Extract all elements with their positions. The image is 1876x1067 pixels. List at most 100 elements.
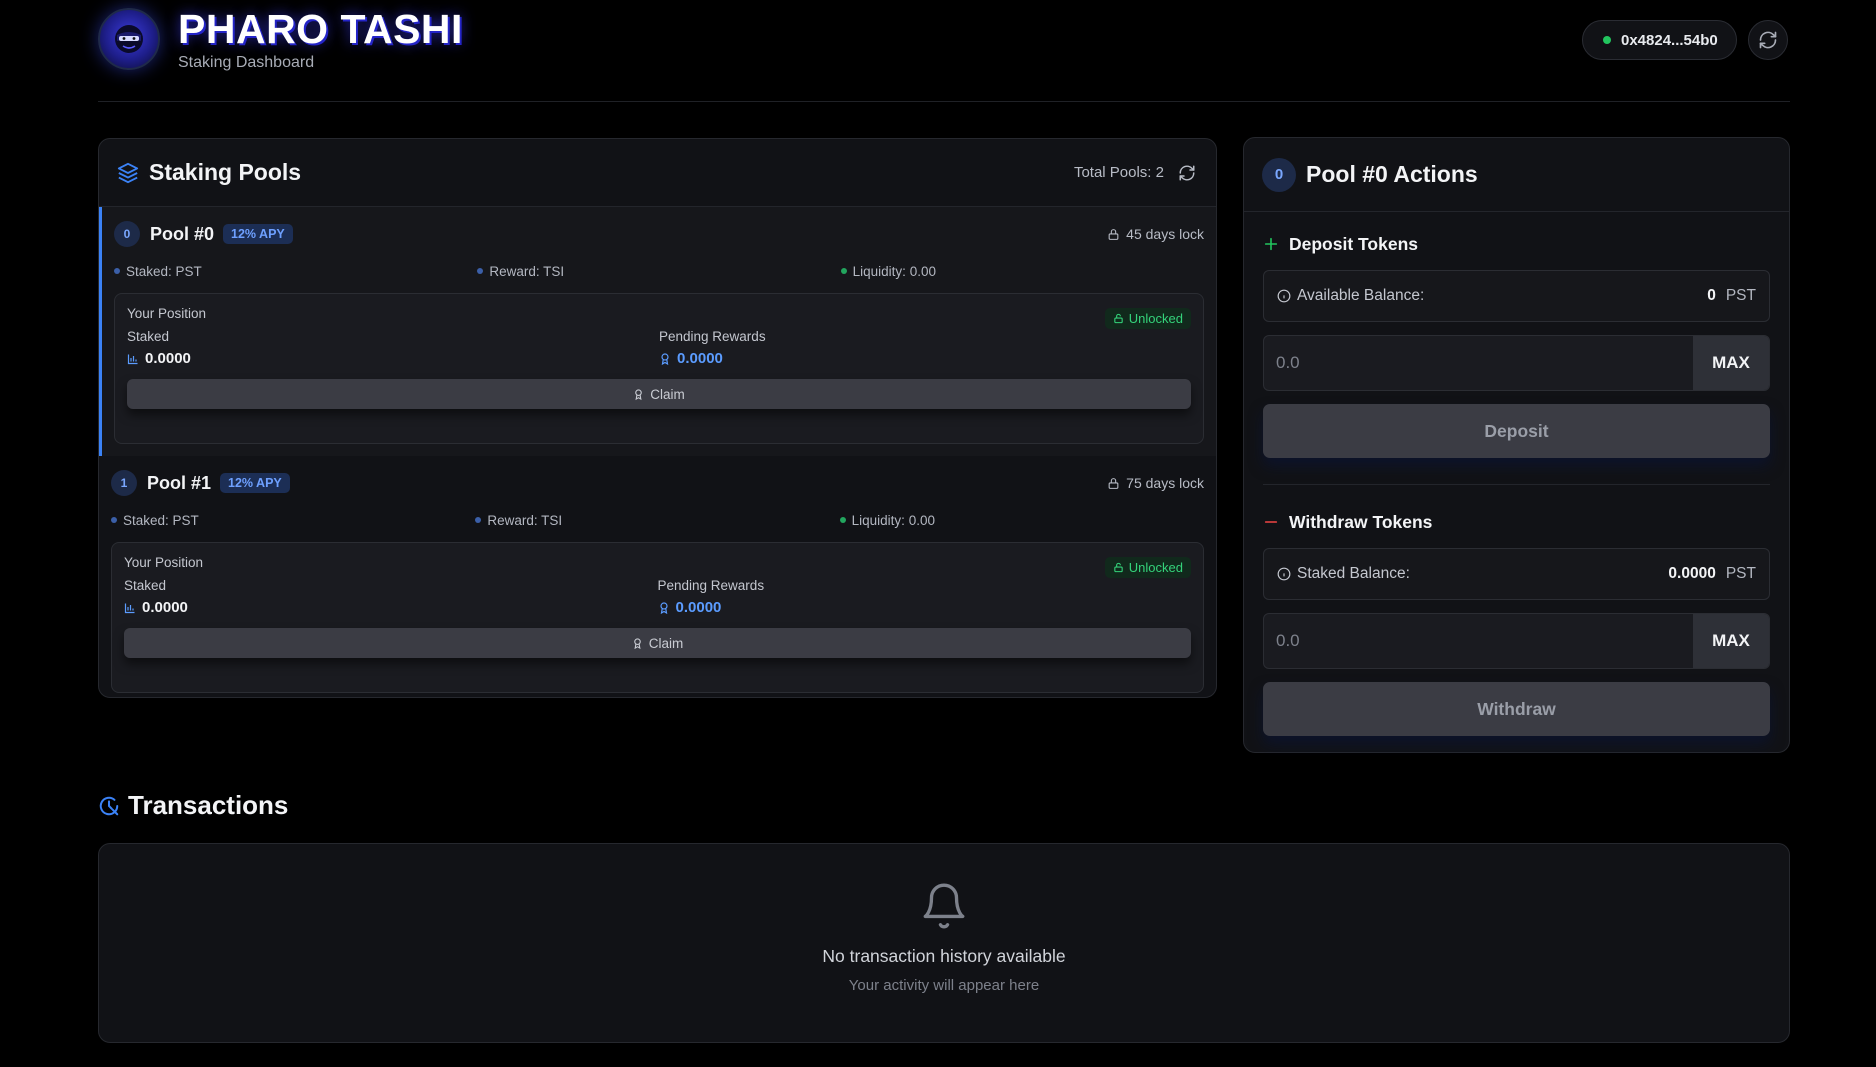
lock-duration: 45 days lock [1107, 226, 1204, 242]
lock-icon [1108, 228, 1119, 240]
claim-button[interactable]: Claim [127, 379, 1191, 409]
claim-button[interactable]: Claim [124, 628, 1191, 658]
info-icon [1277, 567, 1291, 581]
chart-icon [124, 603, 135, 613]
reward-token: Reward: TSI [489, 263, 565, 279]
staked-balance-label: Staked Balance: [1297, 565, 1410, 582]
status-text: Unlocked [1128, 560, 1183, 575]
withdraw-amount-input[interactable] [1264, 614, 1693, 668]
your-position-box: Your Position Unlocked Staked 0.0000 Pen… [114, 293, 1204, 444]
brand-subtitle: Staking Dashboard [178, 54, 315, 71]
deposit-title: Deposit Tokens [1289, 233, 1419, 254]
staked-balance-box: Staked Balance: 0.0000 PST [1263, 548, 1770, 600]
staked-balance-value: 0.0000 [1668, 565, 1716, 582]
logo [98, 8, 160, 70]
transactions-heading: Transactions [98, 790, 288, 821]
staked-token: Staked: PST [126, 263, 202, 279]
deposit-max-button[interactable]: MAX [1693, 336, 1769, 390]
reward-token-dot [475, 517, 482, 523]
app-header: PHARO TASHI Staking Dashboard 0x4824...5… [98, 0, 1790, 102]
refresh-icon [1759, 31, 1777, 49]
history-icon [99, 796, 119, 815]
liquidity: Liquidity: 0.00 [851, 512, 935, 528]
pool-actions-header: 0 Pool #0 Actions [1244, 138, 1789, 212]
staking-pools-panel: Staking Pools Total Pools: 2 0 Pool #0 1… [98, 138, 1217, 698]
staked-value: 0.0000 [145, 350, 191, 367]
liquidity-dot [839, 517, 846, 523]
status-text: Unlocked [1128, 311, 1183, 326]
reward-token-dot [477, 268, 484, 274]
chart-icon [127, 354, 138, 364]
available-balance-box: Available Balance: 0 PST [1263, 270, 1770, 322]
transactions-title: Transactions [128, 790, 289, 820]
status-badge: Unlocked [1104, 557, 1191, 578]
award-icon [635, 388, 643, 400]
apy-badge: 12% APY [223, 224, 293, 244]
refresh-button[interactable] [1748, 20, 1788, 60]
pool-actions-panel: 0 Pool #0 Actions Deposit Tokens Availab… [1243, 137, 1790, 753]
empty-state-title: No transaction history available [822, 946, 1066, 966]
pending-rewards-label: Pending Rewards [657, 578, 765, 593]
minus-icon [1264, 521, 1278, 523]
pool-name: Pool #0 [150, 223, 215, 244]
connected-status-dot [1603, 36, 1611, 44]
available-balance-unit: PST [1725, 287, 1756, 304]
staked-label: Staked [127, 329, 170, 344]
staked-balance-unit: PST [1725, 565, 1756, 582]
lock-icon [1108, 477, 1119, 489]
apy-badge: 12% APY [220, 473, 290, 493]
withdraw-button[interactable]: Withdraw [1263, 682, 1770, 736]
pool-card-1[interactable]: 1 Pool #1 12% APY 75 days lock Staked: P… [99, 456, 1216, 693]
plus-icon [1264, 237, 1278, 251]
pool-actions-title: Pool #0 Actions [1306, 161, 1478, 187]
staking-pools-title: Staking Pools [149, 159, 302, 185]
award-icon [661, 352, 669, 365]
ninja-avatar-icon [115, 25, 143, 53]
withdraw-section: Withdraw Tokens Staked Balance: 0.0000 P… [1244, 506, 1789, 736]
liquidity-dot [840, 268, 847, 274]
total-pools-count: Total Pools: 2 [1073, 164, 1164, 181]
wallet-button[interactable]: 0x4824...54b0 [1582, 20, 1737, 60]
claim-label: Claim [650, 386, 685, 402]
award-icon [633, 637, 641, 649]
available-balance-value: 0 [1707, 287, 1716, 304]
your-position-label: Your Position [127, 306, 207, 321]
pool-number-badge: 0 [1262, 157, 1296, 192]
liquidity: Liquidity: 0.00 [852, 263, 936, 279]
your-position-box: Your Position Unlocked Staked 0.0000 Pen… [111, 542, 1204, 693]
lock-duration-text: 75 days lock [1126, 475, 1204, 491]
pool-name: Pool #1 [147, 472, 212, 493]
claim-label: Claim [648, 635, 684, 651]
bell-icon [923, 883, 965, 929]
info-icon [1277, 289, 1291, 303]
pending-rewards-value: 0.0000 [677, 350, 723, 367]
empty-state-subtitle: Your activity will appear here [848, 977, 1040, 994]
wallet-address: 0x4824...54b0 [1621, 31, 1718, 49]
section-divider [1263, 484, 1770, 485]
status-badge: Unlocked [1104, 308, 1191, 329]
withdraw-title: Withdraw Tokens [1289, 511, 1433, 532]
lock-duration-text: 45 days lock [1126, 226, 1204, 242]
staked-token-dot [111, 517, 117, 523]
layers-icon [117, 162, 139, 183]
pending-rewards-label: Pending Rewards [659, 329, 766, 344]
staked-value: 0.0000 [142, 599, 188, 616]
withdraw-max-button[interactable]: MAX [1693, 614, 1769, 668]
pending-rewards-value: 0.0000 [675, 599, 722, 616]
withdraw-input-row: MAX [1263, 613, 1770, 669]
deposit-button[interactable]: Deposit [1263, 404, 1770, 458]
staking-pools-header: Staking Pools Total Pools: 2 [99, 139, 1216, 207]
pool-number-badge: 0 [114, 221, 140, 247]
available-balance-label: Available Balance: [1297, 287, 1425, 304]
staked-token: Staked: PST [123, 512, 199, 528]
unlock-icon [1114, 313, 1123, 324]
your-position-label: Your Position [124, 555, 204, 570]
staked-token-dot [114, 268, 120, 274]
reward-token: Reward: TSI [487, 512, 563, 528]
deposit-amount-input[interactable] [1264, 336, 1693, 390]
refresh-pools-icon[interactable] [1178, 164, 1196, 182]
staked-label: Staked [124, 578, 167, 593]
pool-number-badge: 1 [111, 470, 137, 496]
transactions-panel: No transaction history available Your ac… [98, 843, 1790, 1043]
pool-card-0[interactable]: 0 Pool #0 12% APY 45 days lock Staked: P… [99, 207, 1216, 456]
